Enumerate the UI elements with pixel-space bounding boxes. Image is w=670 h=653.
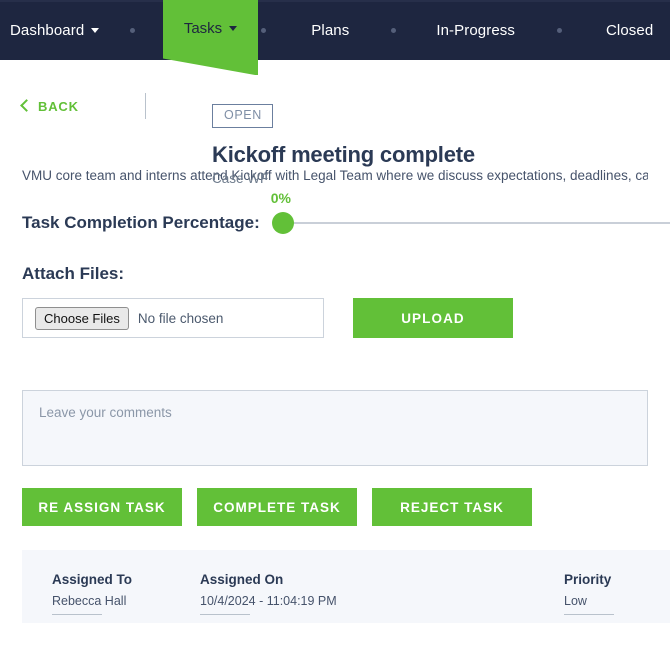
file-name-text: No file chosen <box>137 310 224 326</box>
info-assigned-on-value: 10/4/2024 - 11:04:19 PM <box>200 594 337 609</box>
nav-item-closed-label: Closed <box>605 21 654 39</box>
nav-item-tasks[interactable]: Tasks <box>163 0 258 75</box>
info-priority-value: Low <box>564 594 587 609</box>
status-badge: OPEN <box>212 104 273 128</box>
nav-item-tasks-label-wrap: Tasks <box>183 20 238 37</box>
nav-separator-dot <box>556 27 562 33</box>
nav-separator-dot <box>391 27 397 33</box>
info-assigned-on-heading: Assigned On <box>200 572 284 588</box>
info-priority: Priority Low <box>564 572 664 616</box>
info-assigned-to: Assigned To Rebecca Hall <box>52 572 200 616</box>
slider-thumb[interactable] <box>271 212 294 235</box>
info-assigned-on: Assigned On 10/4/2024 - 11:04:19 PM <box>200 572 564 616</box>
task-header: OPEN Kickoff meeting complete Case WF <box>212 104 475 186</box>
progress-row: Task Completion Percentage: 0% <box>22 190 670 240</box>
slider-track[interactable] <box>273 222 670 225</box>
progress-label: Task Completion Percentage: <box>22 213 260 233</box>
info-underline <box>200 614 250 616</box>
info-assigned-to-heading: Assigned To <box>52 572 133 588</box>
nav-separator-dot <box>130 27 136 33</box>
progress-slider[interactable]: 0% <box>271 190 670 235</box>
nav-item-plans[interactable]: Plans <box>311 0 349 60</box>
back-button[interactable]: BACK <box>20 98 79 114</box>
attach-files-label: Attach Files: <box>22 264 125 284</box>
back-button-label: BACK <box>38 98 79 114</box>
nav-separator-dot <box>261 27 267 33</box>
nav-item-plans-label: Plans <box>311 21 350 39</box>
nav-item-closed[interactable]: Closed <box>606 0 653 60</box>
attach-row: Choose Files No file chosen UPLOAD <box>22 298 648 339</box>
nav-item-tasks-label: Tasks <box>183 20 223 37</box>
nav-item-dashboard-label: Dashboard <box>10 21 85 39</box>
complete-task-button[interactable]: COMPLETE TASK <box>197 488 357 527</box>
nav-item-in-progress[interactable]: In-Progress <box>436 0 515 60</box>
comments-input[interactable] <box>22 390 648 467</box>
nav-item-in-progress-label: In-Progress <box>436 21 515 39</box>
nav-item-dashboard[interactable]: Dashboard <box>10 0 100 60</box>
navbar-top-rule <box>0 0 670 2</box>
info-priority-heading: Priority <box>564 572 612 588</box>
progress-value-label: 0% <box>270 190 291 207</box>
chevron-down-icon <box>229 26 238 31</box>
page-content: BACK OPEN Kickoff meeting complete Case … <box>0 84 670 527</box>
task-info-panel: Assigned To Rebecca Hall Assigned On 10/… <box>22 550 670 624</box>
file-input[interactable]: Choose Files No file chosen <box>22 298 324 339</box>
page-subtitle: Case WF <box>212 170 269 186</box>
info-underline <box>52 614 102 616</box>
chevron-left-icon <box>20 99 33 112</box>
chevron-down-icon <box>91 27 100 33</box>
re-assign-task-button[interactable]: RE ASSIGN TASK <box>22 488 182 527</box>
main-navbar: Dashboard Plans In-Progress Closed Tasks <box>0 0 670 75</box>
info-assigned-to-value: Rebecca Hall <box>52 594 127 609</box>
reject-task-button[interactable]: REJECT TASK <box>372 488 532 527</box>
choose-files-button[interactable]: Choose Files <box>35 306 129 330</box>
action-buttons: RE ASSIGN TASK COMPLETE TASK REJECT TASK <box>22 488 648 527</box>
info-underline <box>564 614 614 616</box>
page-title: Kickoff meeting complete <box>212 141 475 167</box>
header-divider <box>144 93 146 119</box>
upload-button[interactable]: UPLOAD <box>353 298 513 339</box>
